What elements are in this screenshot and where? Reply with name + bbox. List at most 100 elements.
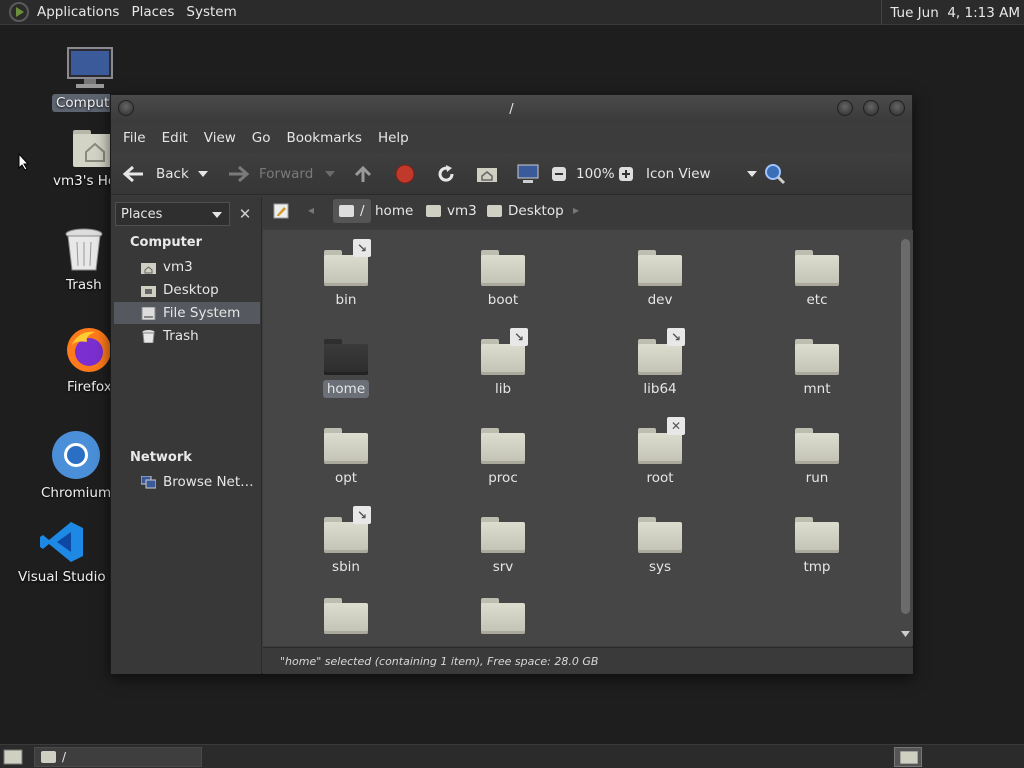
- places-menu[interactable]: Places: [125, 0, 180, 25]
- file-item-bin[interactable]: ↘ bin: [291, 239, 401, 309]
- desktop-icon-vscode[interactable]: Visual Studio Code: [14, 520, 110, 586]
- file-item-root[interactable]: ✕ root: [605, 417, 715, 487]
- folder-icon: [481, 517, 525, 553]
- path-segment-root[interactable]: /: [333, 199, 371, 223]
- desktop-icon: [141, 285, 156, 297]
- back-label: Back: [156, 166, 189, 182]
- path-scroll-right[interactable]: ▸: [573, 203, 579, 217]
- view-mode-value: Icon View: [646, 166, 711, 182]
- drive-icon: [339, 205, 354, 217]
- computer-button[interactable]: [517, 153, 539, 195]
- forward-arrow-icon: [229, 165, 249, 183]
- file-item-lib[interactable]: ↘ lib: [448, 328, 558, 398]
- sidebar: Places ✕ Computer vm3 Desktop File Syste…: [111, 197, 262, 674]
- stop-button[interactable]: [395, 153, 415, 195]
- file-item-etc[interactable]: etc: [762, 250, 872, 309]
- forward-button[interactable]: Forward: [227, 153, 313, 195]
- computer-icon: [517, 164, 539, 183]
- chromium-icon: [52, 431, 101, 479]
- menu-file[interactable]: File: [115, 130, 154, 146]
- file-item-partial[interactable]: [291, 598, 401, 634]
- menubar: File Edit View Go Bookmarks Help: [111, 123, 912, 153]
- sidebar-item-trash[interactable]: Trash: [114, 325, 260, 347]
- path-segment-desktop[interactable]: Desktop: [481, 199, 570, 223]
- firefox-icon: [67, 328, 112, 372]
- sidebar-type-select[interactable]: Places: [115, 202, 230, 226]
- menu-go[interactable]: Go: [244, 130, 279, 146]
- taskbar-window-button[interactable]: /: [34, 747, 202, 767]
- applications-menu[interactable]: Applications: [31, 0, 125, 25]
- chevron-down-icon: [212, 212, 222, 218]
- sidebar-item-browse-network[interactable]: Browse Net…: [114, 471, 260, 493]
- file-item-srv[interactable]: srv: [448, 517, 558, 576]
- edit-location-button[interactable]: [270, 200, 292, 222]
- scrollbar-thumb[interactable]: [901, 239, 910, 614]
- symlink-emblem-icon: ↘: [667, 328, 685, 346]
- file-item-sys[interactable]: sys: [605, 517, 715, 576]
- home-button[interactable]: [476, 153, 498, 195]
- desktop-icon-trash[interactable]: Trash: [62, 228, 106, 294]
- file-item-lib64[interactable]: ↘ lib64: [605, 328, 715, 398]
- close-sidebar-button[interactable]: ✕: [233, 202, 257, 226]
- sidebar-header-computer: Computer: [130, 235, 203, 250]
- window-titlebar[interactable]: /: [111, 95, 912, 123]
- forward-label: Forward: [259, 166, 314, 182]
- path-segment-home[interactable]: home: [369, 199, 419, 223]
- maximize-button[interactable]: [863, 100, 879, 116]
- sidebar-item-file-system[interactable]: File System: [114, 302, 260, 324]
- window-menu-button[interactable]: [118, 100, 134, 116]
- system-menu[interactable]: System: [180, 0, 242, 25]
- reload-button[interactable]: [436, 153, 456, 195]
- sidebar-item-vm3[interactable]: vm3: [114, 256, 260, 278]
- vertical-scrollbar[interactable]: [900, 239, 910, 639]
- desktop-icon-firefox[interactable]: Firefox: [63, 326, 116, 396]
- file-item-dev[interactable]: dev: [605, 250, 715, 309]
- sidebar-item-desktop[interactable]: Desktop: [114, 279, 260, 301]
- distro-logo-icon[interactable]: [9, 2, 29, 22]
- view-mode-select[interactable]: Icon View: [646, 153, 757, 195]
- file-item-opt[interactable]: opt: [291, 428, 401, 487]
- pencil-icon: [273, 203, 289, 219]
- file-view[interactable]: ↘ bin boot dev etc home ↘ lib ↘ lib64 mn…: [263, 230, 913, 646]
- chevron-down-icon: [325, 171, 335, 177]
- file-item-mnt[interactable]: mnt: [762, 339, 872, 398]
- back-button[interactable]: Back: [123, 153, 189, 195]
- file-item-home[interactable]: home: [291, 339, 401, 398]
- menu-edit[interactable]: Edit: [154, 130, 196, 146]
- menu-bookmarks[interactable]: Bookmarks: [279, 130, 370, 146]
- no-access-emblem-icon: ✕: [667, 417, 685, 435]
- workspace-switcher[interactable]: [894, 747, 922, 767]
- menu-help[interactable]: Help: [370, 130, 417, 146]
- trash-icon: [65, 228, 103, 271]
- folder-icon: [795, 250, 839, 286]
- desktop-icon-chromium[interactable]: Chromium: [37, 430, 115, 502]
- path-segment-vm3[interactable]: vm3: [420, 199, 483, 223]
- file-item-boot[interactable]: boot: [448, 250, 558, 309]
- back-history-dropdown[interactable]: [198, 153, 208, 195]
- up-button[interactable]: [354, 153, 372, 195]
- home-icon: [141, 262, 156, 274]
- menu-view[interactable]: View: [196, 130, 244, 146]
- folder-icon: [638, 517, 682, 553]
- clock[interactable]: Tue Jun 4, 1:13 AM: [881, 0, 1020, 25]
- folder-icon: [638, 250, 682, 286]
- show-desktop-button[interactable]: [3, 748, 23, 765]
- zoom-in-button[interactable]: [618, 153, 634, 195]
- file-manager-window: / File Edit View Go Bookmarks Help Back …: [110, 94, 913, 674]
- forward-history-dropdown[interactable]: [325, 153, 335, 195]
- workspace-icon: [900, 751, 918, 764]
- path-scroll-left[interactable]: ◂: [308, 203, 314, 217]
- zoom-level[interactable]: 100%: [576, 153, 615, 195]
- zoom-out-button[interactable]: [551, 153, 567, 195]
- folder-icon: [481, 428, 525, 464]
- file-item-sbin[interactable]: ↘ sbin: [291, 506, 401, 576]
- file-item-partial[interactable]: [448, 598, 558, 634]
- file-item-proc[interactable]: proc: [448, 428, 558, 487]
- close-button[interactable]: [889, 100, 905, 116]
- file-item-tmp[interactable]: tmp: [762, 517, 872, 576]
- file-item-run[interactable]: run: [762, 428, 872, 487]
- search-button[interactable]: [764, 153, 786, 195]
- scroll-down-icon[interactable]: [901, 631, 910, 637]
- minimize-button[interactable]: [837, 100, 853, 116]
- folder-icon: [324, 598, 368, 634]
